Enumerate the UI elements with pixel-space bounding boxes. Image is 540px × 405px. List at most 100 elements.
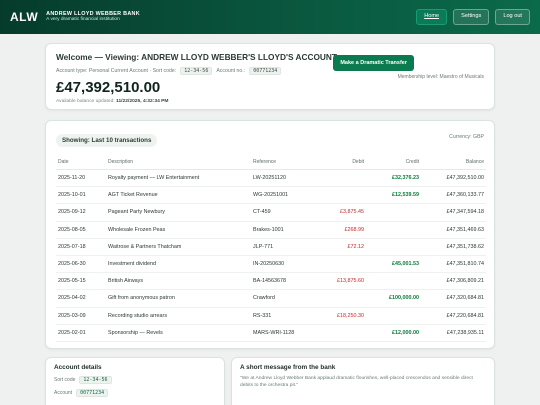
dramatic-transfer-button[interactable]: Make a Dramatic Transfer [333,55,414,71]
table-row[interactable]: 2025-04-02 Gift from anonymous patron Cr… [56,289,486,308]
cell-balance: £47,347,594.18 [421,203,486,222]
cell-credit [366,238,421,256]
cell-date: 2025-06-30 [56,255,106,274]
cell-balance: £47,238,935.11 [421,324,486,342]
cell-balance: £47,220,684.81 [421,307,486,325]
balance-updated: Available balance updated: 11/22/2025, 4… [56,99,484,104]
cell-description: Recording studio arrears [106,307,251,325]
cell-reference: Brakes-1001 [251,221,321,239]
cell-description: Investment dividend [106,255,251,274]
bank-tagline: A very dramatic financial institution [46,17,120,23]
cell-credit [366,221,421,239]
col-date[interactable]: Date [56,156,106,170]
table-row[interactable]: 2025-07-18 Waitrose & Partners Thatcham … [56,238,486,256]
col-credit[interactable]: Credit [366,156,421,170]
transactions-card: Showing: Last 10 transactions Currency: … [45,120,495,349]
cell-date: 2025-09-12 [56,203,106,222]
nav-logout-button[interactable]: Log out [495,9,530,25]
table-row[interactable]: 2025-11-20 Royalty payment — LW Entertai… [56,169,486,188]
cell-reference: BA-14563678 [251,272,321,291]
cell-description: British Airways [106,272,251,291]
cell-balance: £47,360,133.77 [421,186,486,205]
cell-debit [321,186,366,205]
transactions-table: Date Description Reference Debit Credit … [56,156,486,342]
cell-description: Sponsorship — Revels [106,324,251,342]
col-description[interactable]: Description [106,156,251,170]
cell-debit: £268.99 [321,221,366,239]
account-no-label: Account no.: [216,68,246,74]
table-row[interactable]: 2025-08-05 Wholesale Frozen Peas Brakes-… [56,221,486,239]
cell-credit [366,307,421,325]
cell-date: 2025-07-18 [56,238,106,256]
cell-debit: £72.12 [321,238,366,256]
cell-debit: £3,875.45 [321,203,366,222]
cell-debit [321,289,366,308]
account-summary-card: Welcome — Viewing: ANDREW LLOYD WEBBER'S… [45,43,495,110]
bank-message-title: A short message from the bank [240,364,336,371]
cell-description: Waitrose & Partners Thatcham [106,238,251,256]
showing-filter[interactable]: Showing: Last 10 transactions [56,134,158,147]
cell-balance: £47,351,738.62 [421,238,486,256]
welcome-heading: Welcome — Viewing: ANDREW LLOYD WEBBER'S… [56,52,337,62]
cell-reference: Crawford [251,289,321,308]
cell-date: 2025-11-20 [56,169,106,188]
cell-balance: £47,351,469.63 [421,221,486,239]
cell-credit: £100,000.00 [366,289,421,308]
cell-balance: £47,392,510.00 [421,169,486,188]
account-details-title: Account details [54,364,102,371]
top-bar: ALW ANDREW LLOYD WEBBER BANK A very dram… [0,0,540,34]
cell-balance: £47,306,809.21 [421,272,486,291]
table-row[interactable]: 2025-03-09 Recording studio arrears RS-3… [56,307,486,325]
cell-reference: CT-459 [251,203,321,222]
account-label: Account [54,390,73,396]
table-row[interactable]: 2025-05-15 British Airways BA-14563678 £… [56,272,486,291]
available-balance: £47,392,510.00 [56,79,161,96]
account-no-value: 00771234 [249,67,282,75]
cell-balance: £47,351,810.74 [421,255,486,274]
cell-description: Royalty payment — LW Entertainment [106,169,251,188]
cell-description: Gift from anonymous patron [106,289,251,308]
account-type-text: Account type: Personal Current Account ·… [56,68,177,74]
cell-balance: £47,320,684.81 [421,289,486,308]
cell-credit: £32,376.23 [366,169,421,188]
table-row[interactable]: 2025-10-01 AGT Ticket Revenue WG-2025100… [56,186,486,205]
top-nav: Home Settings Log out [416,9,530,25]
bank-message-text: "We at Andrew Lloyd Webber Bank applaud … [240,376,473,388]
updated-label: Available balance updated: [56,99,115,104]
detail-sort-code-value: 12-34-56 [79,376,112,384]
cell-date: 2025-08-05 [56,221,106,239]
detail-account-value: 00771234 [76,389,109,397]
cell-credit: £12,539.59 [366,186,421,205]
cell-reference: RS-331 [251,307,321,325]
membership-level: Membership level: Maestro of Musicals [397,74,484,80]
col-reference[interactable]: Reference [251,156,321,170]
account-details-card: Account details Sort code 12-34-56 Accou… [45,357,225,405]
table-header-row: Date Description Reference Debit Credit … [56,156,486,170]
cell-credit [366,272,421,291]
cell-debit: £13,875.60 [321,272,366,291]
bank-logo[interactable]: ALW [10,10,38,24]
cell-date: 2025-05-15 [56,272,106,291]
cell-reference: MARS-WRI-1128 [251,324,321,342]
updated-timestamp: 11/22/2025, 4:32:34 PM [116,99,169,104]
cell-reference: WG-20251001 [251,186,321,205]
cell-description: AGT Ticket Revenue [106,186,251,205]
nav-home-button[interactable]: Home [416,9,448,25]
cell-date: 2025-02-01 [56,324,106,342]
table-row[interactable]: 2025-02-01 Sponsorship — Revels MARS-WRI… [56,324,486,342]
cell-debit [321,324,366,342]
table-row[interactable]: 2025-09-12 Pageant Party Newbury CT-459 … [56,203,486,222]
detail-sort-code: Sort code 12-34-56 [54,376,216,384]
nav-settings-button[interactable]: Settings [453,9,490,25]
sort-code-value: 12-34-56 [180,67,213,75]
col-debit[interactable]: Debit [321,156,366,170]
currency-label: Currency: GBP [449,134,484,140]
cell-debit [321,255,366,274]
cell-reference: JLP-771 [251,238,321,256]
cell-reference: IN-20250630 [251,255,321,274]
detail-account: Account 00771234 [54,389,216,397]
col-balance[interactable]: Balance [421,156,486,170]
cell-credit: £12,000.00 [366,324,421,342]
cell-debit: £18,250.30 [321,307,366,325]
table-row[interactable]: 2025-06-30 Investment dividend IN-202506… [56,255,486,274]
